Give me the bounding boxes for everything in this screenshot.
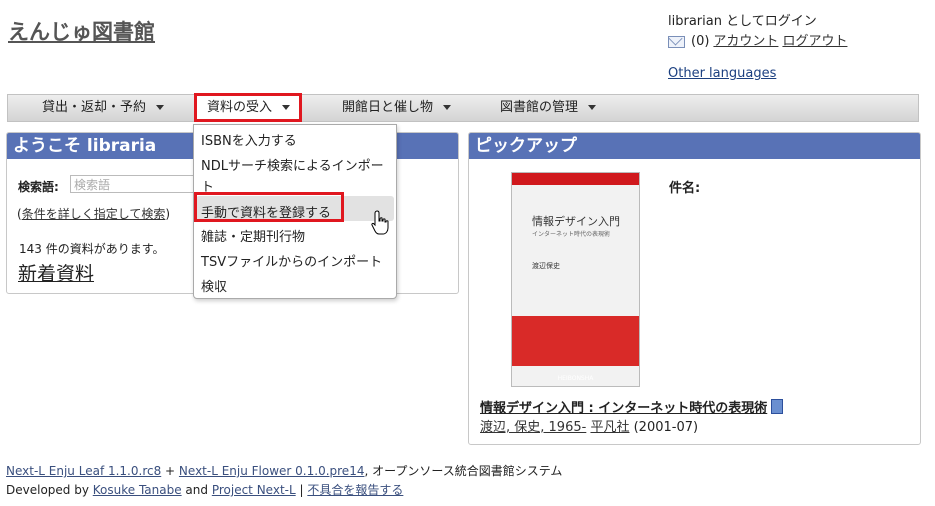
chevron-down-icon [156, 105, 165, 110]
chevron-down-icon [443, 105, 452, 110]
publisher-link[interactable]: 平凡社 [590, 420, 629, 435]
nav-management[interactable]: 図書館の管理 [500, 95, 597, 121]
developer-link[interactable]: Kosuke Tanabe [93, 483, 182, 497]
nav-calendar[interactable]: 開館日と催し物 [342, 95, 452, 121]
menu-item-serials[interactable]: 雑誌・定期刊行物 [201, 226, 305, 245]
footer-separator: | [295, 483, 308, 497]
book-cover-image[interactable]: 情報デザイン入門 インターネット時代の表現術 渡辺保史 HEIBONSHA [511, 172, 640, 387]
author-link[interactable]: 渡辺, 保史, 1965- [480, 420, 586, 435]
footer-line-1: Next-L Enju Leaf 1.1.0.rc8 + Next-L Enju… [6, 462, 562, 481]
pickup-panel: ピックアップ 情報デザイン入門 インターネット時代の表現術 渡辺保史 HEIBO… [468, 132, 921, 445]
menu-item-tsv-import[interactable]: TSVファイルからのインポート [201, 251, 382, 270]
other-languages-link[interactable]: Other languages [668, 66, 776, 81]
book-title-link[interactable]: 情報デザイン入門 : インターネット時代の表現術 [480, 397, 784, 416]
chevron-down-icon [588, 105, 597, 110]
footer-tagline: , オープンソース統合図書館システム [364, 464, 563, 478]
cover-title: 情報デザイン入門 [532, 215, 620, 228]
nav-circulation-label: 貸出・返却・予約 [42, 100, 147, 115]
footer-and: and [181, 483, 212, 497]
search-input[interactable]: 検索語 [70, 175, 200, 193]
enju-flower-link[interactable]: Next-L Enju Flower 0.1.0.pre14 [179, 464, 365, 478]
cover-band-lower [512, 316, 639, 366]
book-icon [771, 399, 784, 414]
book-meta: 渡辺, 保史, 1965- 平凡社 (2001-07) [480, 416, 698, 435]
nav-acquisition[interactable]: 資料の受入 [194, 93, 302, 122]
report-bug-link[interactable]: 不具合を報告する [307, 483, 403, 497]
advanced-search-link[interactable]: 条件を詳しく指定して検索 [22, 207, 166, 221]
advanced-search: (条件を詳しく指定して検索) [17, 205, 170, 222]
nav-acquisition-label: 資料の受入 [207, 100, 273, 115]
subject-label: 件名: [669, 181, 701, 196]
menu-item-isbn[interactable]: ISBNを入力する [201, 130, 297, 149]
logout-link[interactable]: ログアウト [782, 32, 847, 52]
publication-year: (2001-07) [633, 420, 699, 435]
mail-icon[interactable] [668, 36, 685, 48]
footer-plus: + [161, 464, 179, 478]
cover-publisher: HEIBONSHA [557, 375, 594, 382]
cover-band [512, 173, 639, 185]
nav-management-label: 図書館の管理 [500, 100, 579, 115]
site-title[interactable]: えんじゅ図書館 [8, 16, 155, 46]
project-link[interactable]: Project Next-L [212, 483, 296, 497]
search-label: 検索語: [18, 180, 59, 194]
new-items-link[interactable]: 新着資料 [18, 259, 94, 286]
highlight-box [194, 192, 344, 222]
cover-author: 渡辺保史 [532, 262, 560, 270]
menu-item-ndl-import[interactable]: NDLサーチ検索によるインポー [201, 155, 384, 174]
user-area: librarian としてログイン (0) アカウント ログアウト [668, 12, 847, 52]
account-link[interactable]: アカウント [713, 32, 778, 52]
main-navbar: 貸出・返却・予約 開館日と催し物 図書館の管理 [7, 94, 919, 122]
footer-line-2: Developed by Kosuke Tanabe and Project N… [6, 481, 562, 500]
item-count: 143 件の資料があります。 [19, 242, 165, 256]
nav-circulation[interactable]: 貸出・返却・予約 [42, 95, 165, 121]
paren-close: ) [165, 207, 171, 221]
developed-by: Developed by [6, 483, 93, 497]
footer: Next-L Enju Leaf 1.1.0.rc8 + Next-L Enju… [6, 462, 562, 500]
hand-cursor-icon [371, 210, 389, 235]
login-status: librarian としてログイン [668, 14, 817, 29]
message-count: (0) [691, 34, 710, 49]
book-title-text: 情報デザイン入門 : インターネット時代の表現術 [480, 401, 768, 416]
pickup-heading: ピックアップ [469, 133, 920, 159]
nav-calendar-label: 開館日と催し物 [342, 100, 434, 115]
enju-leaf-link[interactable]: Next-L Enju Leaf 1.1.0.rc8 [6, 464, 161, 478]
menu-item-inspection[interactable]: 検収 [201, 276, 227, 295]
user-links: (0) アカウント ログアウト [668, 32, 847, 52]
chevron-down-icon [282, 105, 291, 110]
cover-subtitle: インターネット時代の表現術 [532, 231, 611, 238]
